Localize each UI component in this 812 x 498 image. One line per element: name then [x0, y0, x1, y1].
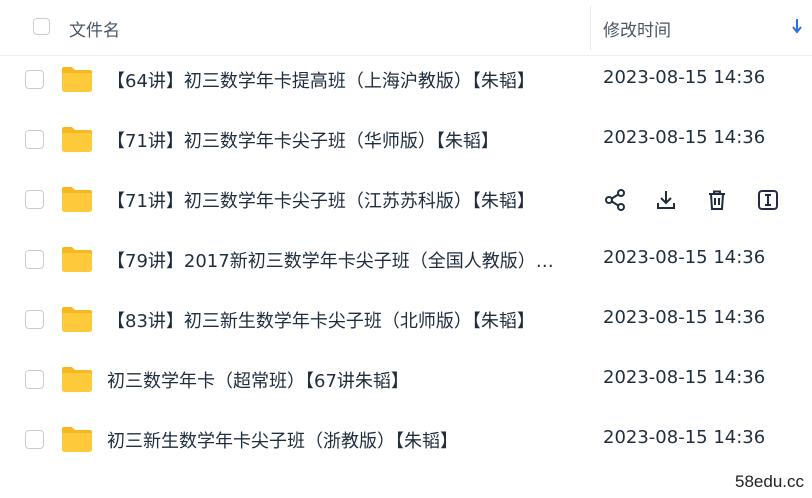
modified-time: 2023-08-15 14:36	[603, 247, 766, 268]
modified-time: 2023-08-15 14:36	[603, 427, 766, 448]
share-icon[interactable]	[603, 188, 627, 212]
folder-icon	[62, 67, 92, 92]
row-checkbox[interactable]	[25, 130, 44, 149]
select-all-checkbox[interactable]	[33, 18, 50, 35]
file-name[interactable]: 【83讲】初三新生数学年卡尖子班（北师版）【朱韬】	[107, 307, 567, 333]
row-actions	[603, 188, 783, 212]
modified-time: 2023-08-15 14:36	[603, 127, 766, 148]
arrow-down-icon[interactable]	[791, 17, 803, 35]
file-row[interactable]: 【71讲】初三数学年卡尖子班（华师版）【朱韬】 2023-08-15 14:36	[0, 110, 812, 170]
download-icon[interactable]	[654, 188, 678, 212]
file-row[interactable]: 初三新生数学年卡尖子班（浙教版）【朱韬】 2023-08-15 14:36	[0, 410, 812, 470]
column-header-name[interactable]: 文件名	[69, 16, 120, 41]
file-name[interactable]: 【64讲】初三数学年卡提高班（上海沪教版）【朱韬】	[107, 67, 567, 93]
file-name[interactable]: 【79讲】2017新初三数学年卡尖子班（全国人教版）【朱韬】	[107, 247, 562, 273]
file-name[interactable]: 初三数学年卡（超常班）【67讲朱韬】	[107, 367, 567, 393]
column-header-modified[interactable]: 修改时间	[603, 16, 671, 41]
rename-icon[interactable]	[756, 188, 780, 212]
row-checkbox[interactable]	[25, 70, 44, 89]
row-checkbox[interactable]	[25, 190, 44, 209]
file-row[interactable]: 【64讲】初三数学年卡提高班（上海沪教版）【朱韬】 2023-08-15 14:…	[0, 50, 812, 110]
folder-icon	[62, 127, 92, 152]
folder-icon	[62, 367, 92, 392]
file-list: 文件名 修改时间 【64讲】初三数学年卡提高班（上海沪教版）【朱韬】 2023-…	[0, 0, 812, 498]
file-name[interactable]: 初三新生数学年卡尖子班（浙教版）【朱韬】	[107, 427, 567, 453]
modified-time: 2023-08-15 14:36	[603, 307, 766, 328]
folder-icon	[62, 247, 92, 272]
list-header: 文件名 修改时间	[0, 0, 812, 56]
row-checkbox[interactable]	[25, 370, 44, 389]
row-checkbox[interactable]	[25, 310, 44, 329]
file-row[interactable]: 初三数学年卡（超常班）【67讲朱韬】 2023-08-15 14:36	[0, 350, 812, 410]
file-name[interactable]: 【71讲】初三数学年卡尖子班（华师版）【朱韬】	[107, 127, 567, 153]
folder-icon	[62, 307, 92, 332]
watermark: 58edu.cc	[735, 472, 804, 491]
file-row[interactable]: 【79讲】2017新初三数学年卡尖子班（全国人教版）【朱韬】 2023-08-1…	[0, 230, 812, 290]
modified-time: 2023-08-15 14:36	[603, 67, 766, 88]
folder-icon	[62, 187, 92, 212]
file-row-hovered[interactable]: 【71讲】初三数学年卡尖子班（江苏苏科版）【朱韬】	[0, 170, 812, 230]
folder-icon	[62, 427, 92, 452]
file-row[interactable]: 【83讲】初三新生数学年卡尖子班（北师版）【朱韬】 2023-08-15 14:…	[0, 290, 812, 350]
column-divider[interactable]	[590, 6, 591, 50]
delete-icon[interactable]	[705, 188, 729, 212]
row-checkbox[interactable]	[25, 430, 44, 449]
modified-time: 2023-08-15 14:36	[603, 367, 766, 388]
file-name[interactable]: 【71讲】初三数学年卡尖子班（江苏苏科版）【朱韬】	[107, 187, 567, 213]
row-checkbox[interactable]	[25, 250, 44, 269]
